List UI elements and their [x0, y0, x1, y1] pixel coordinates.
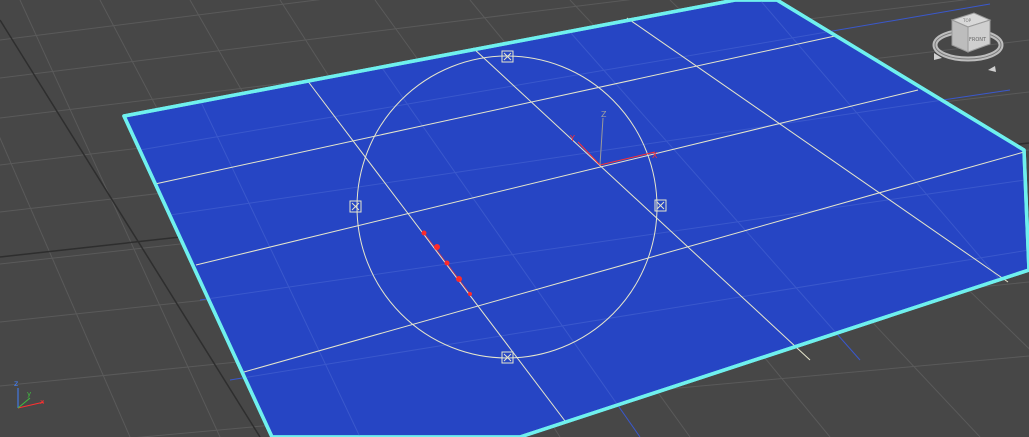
viewcube-top-label: TOP [962, 18, 972, 23]
gizmo-y-label: Y [569, 134, 575, 143]
tripod-y-label: y [27, 390, 31, 398]
gizmo-z-label: Z [601, 110, 607, 119]
viewcube-front-label: FRONT [969, 37, 987, 43]
gizmo-x-label: X [652, 151, 658, 160]
viewcube-rotate-arrow[interactable] [988, 66, 996, 72]
perspective-viewport[interactable]: Z Y X TOP FRONT z y x [0, 0, 1029, 437]
plane-surface[interactable] [122, 0, 1029, 437]
viewcube[interactable]: TOP FRONT [932, 12, 1004, 72]
tripod-z-label: z [14, 379, 18, 388]
viewport-scene[interactable]: Z Y X TOP FRONT z y x [0, 0, 1029, 437]
plane-object[interactable] [122, 0, 1029, 437]
tripod-x-label: x [40, 398, 44, 406]
